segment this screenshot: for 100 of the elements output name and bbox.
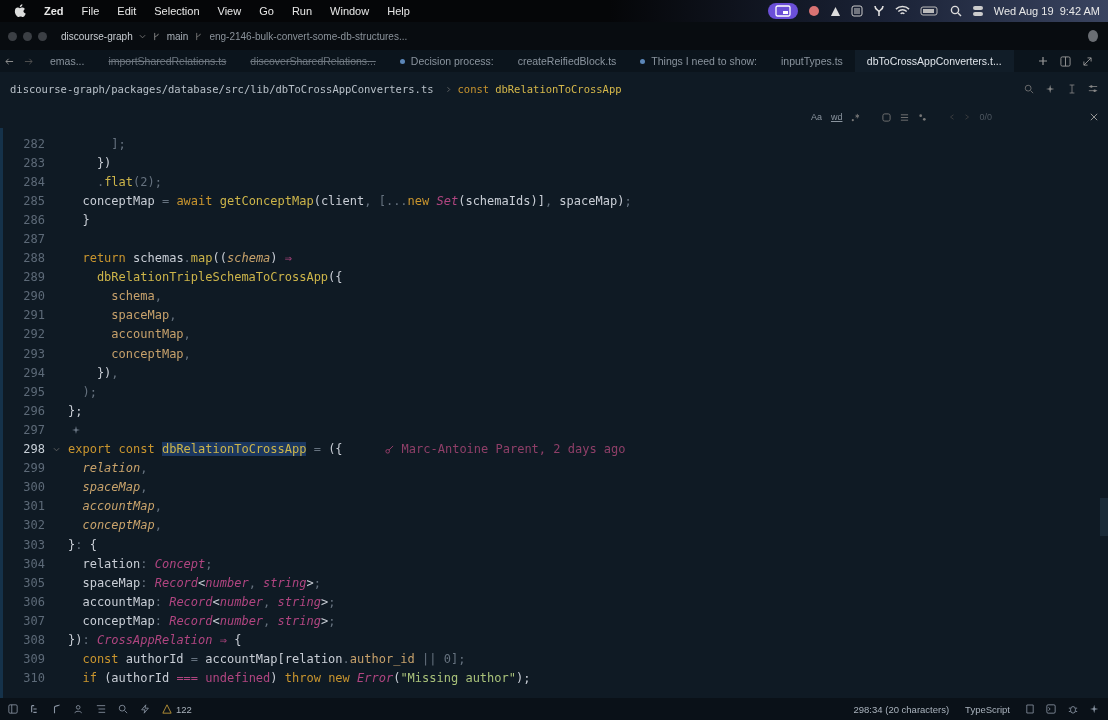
menu-item[interactable]: Edit bbox=[117, 5, 137, 17]
line-number: 289 bbox=[22, 270, 45, 285]
warning-icon bbox=[162, 704, 172, 714]
symbol-keyword[interactable]: const bbox=[457, 83, 490, 95]
line-number: 307 bbox=[22, 613, 45, 628]
line-number: 283 bbox=[22, 155, 45, 170]
code-line: conceptMap, bbox=[81, 518, 162, 533]
line-number: 294 bbox=[22, 365, 45, 380]
code-line: }), bbox=[95, 365, 119, 380]
modified-dot-icon bbox=[399, 58, 405, 64]
line-number: 304 bbox=[22, 556, 45, 571]
editor-tab[interactable]: dbToCrossAppConverters.t... bbox=[854, 50, 1014, 72]
menu-item[interactable]: Run bbox=[291, 5, 313, 17]
code-line: }: { bbox=[68, 537, 97, 552]
cursor-position[interactable]: 298:34 (20 characters) bbox=[853, 703, 950, 715]
document-icon[interactable] bbox=[1026, 704, 1034, 714]
menu-item[interactable]: Window bbox=[330, 5, 370, 17]
line-number: 291 bbox=[22, 308, 45, 323]
sidebar-toggle-icon[interactable] bbox=[8, 704, 18, 714]
wifi-icon[interactable] bbox=[894, 5, 910, 17]
line-number: 296 bbox=[22, 403, 45, 418]
code-action-icon[interactable] bbox=[72, 425, 80, 434]
lightning-icon[interactable] bbox=[140, 704, 150, 714]
editor-tab[interactable]: emas... bbox=[38, 50, 97, 72]
plus-icon[interactable] bbox=[1038, 56, 1048, 66]
line-number: 292 bbox=[22, 327, 45, 342]
language-selector[interactable]: TypeScript bbox=[965, 703, 1010, 715]
commit-icon bbox=[384, 444, 394, 454]
line-number: 308 bbox=[22, 633, 45, 647]
line-number: 286 bbox=[22, 212, 45, 227]
menu-item[interactable]: Selection bbox=[154, 5, 200, 17]
menu-item[interactable]: File bbox=[81, 5, 100, 17]
forward-arrow-icon[interactable] bbox=[24, 56, 33, 66]
line-number: 295 bbox=[22, 384, 45, 399]
branch-detail[interactable]: eng-2146-bulk-convert-some-db-structures... bbox=[209, 30, 408, 42]
code-line: conceptMap = await getConceptMap(client, [...new Set(schemaIds)], spaceMap); bbox=[81, 193, 632, 208]
menu-item[interactable]: View bbox=[217, 5, 242, 17]
line-number: 298 bbox=[22, 442, 45, 457]
close-icon[interactable] bbox=[1090, 113, 1098, 121]
whole-word-toggle[interactable]: wd bbox=[830, 112, 843, 122]
status-dot-icon[interactable] bbox=[807, 5, 820, 17]
editor-tab[interactable]: createReifiedBlock.ts bbox=[505, 50, 629, 72]
code-line: .flat(2); bbox=[95, 174, 162, 189]
menu-item[interactable]: Go bbox=[259, 5, 274, 17]
line-number: 284 bbox=[22, 174, 45, 189]
code-line: } bbox=[81, 212, 90, 227]
editor-tab[interactable]: Things I need to show: bbox=[628, 50, 769, 72]
branch-icon bbox=[194, 31, 204, 41]
search-icon[interactable] bbox=[949, 5, 962, 17]
editor-tab[interactable]: importSharedRelations.ts bbox=[96, 50, 239, 72]
line-number: 305 bbox=[22, 575, 45, 590]
code-line: spaceMap, bbox=[81, 480, 148, 495]
menu-bar-clock[interactable]: Wed Aug 19 9:42 AM bbox=[993, 5, 1100, 17]
people-icon[interactable] bbox=[74, 704, 84, 714]
screen-share-icon[interactable] bbox=[767, 3, 798, 19]
line-number: 282 bbox=[22, 136, 45, 151]
code-line: accountMap, bbox=[110, 327, 191, 342]
menu-item[interactable]: Help bbox=[387, 5, 410, 17]
bug-icon[interactable] bbox=[1068, 704, 1078, 714]
code-line: }) bbox=[95, 155, 112, 170]
chevron-right-icon bbox=[445, 85, 452, 93]
editor-tab[interactable]: discoverSharedRelations... bbox=[238, 50, 388, 72]
code-line: }): CrossAppRelation ⇒ { bbox=[68, 633, 242, 647]
split-pane-icon[interactable] bbox=[1060, 55, 1071, 67]
regex-icon[interactable] bbox=[851, 112, 861, 122]
apple-icon[interactable] bbox=[14, 4, 26, 18]
user-avatar-icon[interactable] bbox=[1088, 30, 1098, 42]
line-number: 301 bbox=[22, 499, 45, 514]
fork-icon[interactable] bbox=[872, 5, 885, 17]
app-menu[interactable]: Zed bbox=[44, 5, 64, 17]
battery-icon[interactable] bbox=[919, 6, 940, 16]
sliders-icon[interactable] bbox=[1088, 84, 1098, 94]
outline-icon[interactable] bbox=[96, 704, 106, 714]
line-number: 300 bbox=[22, 480, 45, 495]
code-line: conceptMap: Record<number, string>; bbox=[81, 613, 336, 628]
line-number: 306 bbox=[22, 594, 45, 609]
editor-tab[interactable]: Decision process: bbox=[387, 50, 506, 72]
back-arrow-icon[interactable] bbox=[5, 56, 14, 66]
text-cursor-icon[interactable] bbox=[1068, 84, 1076, 94]
line-number: 297 bbox=[22, 422, 45, 437]
editor-tab[interactable]: inputTypes.ts bbox=[769, 50, 855, 72]
warning-triangle-icon[interactable] bbox=[829, 5, 841, 17]
code-line: accountMap, bbox=[81, 499, 162, 514]
code-line: relation, bbox=[81, 461, 148, 476]
file-path[interactable]: discourse-graph/packages/database/src/lib/dbToCrossAppConverters.ts bbox=[10, 83, 434, 95]
code-line: dbRelationTripleSchemaToCrossApp({ bbox=[95, 270, 343, 285]
chevron-down-icon[interactable] bbox=[138, 32, 146, 40]
code-line: return schemas.map((schema) ⇒ bbox=[81, 251, 293, 266]
search-icon[interactable] bbox=[118, 704, 128, 714]
terminal-icon[interactable] bbox=[1046, 704, 1056, 714]
control-center-icon[interactable] bbox=[971, 5, 984, 17]
maximize-icon[interactable] bbox=[1083, 56, 1092, 66]
symbol-name[interactable]: dbRelationToCrossApp bbox=[495, 83, 622, 95]
branch-name[interactable]: main bbox=[166, 30, 189, 42]
select-all-icon[interactable] bbox=[918, 112, 928, 122]
project-name[interactable]: discourse-graph bbox=[61, 30, 133, 42]
match-case-toggle[interactable]: Aa bbox=[810, 112, 822, 122]
git-branch-icon[interactable] bbox=[52, 704, 62, 714]
warnings-indicator[interactable]: 122 bbox=[162, 703, 192, 715]
project-tree-icon[interactable] bbox=[30, 704, 40, 714]
